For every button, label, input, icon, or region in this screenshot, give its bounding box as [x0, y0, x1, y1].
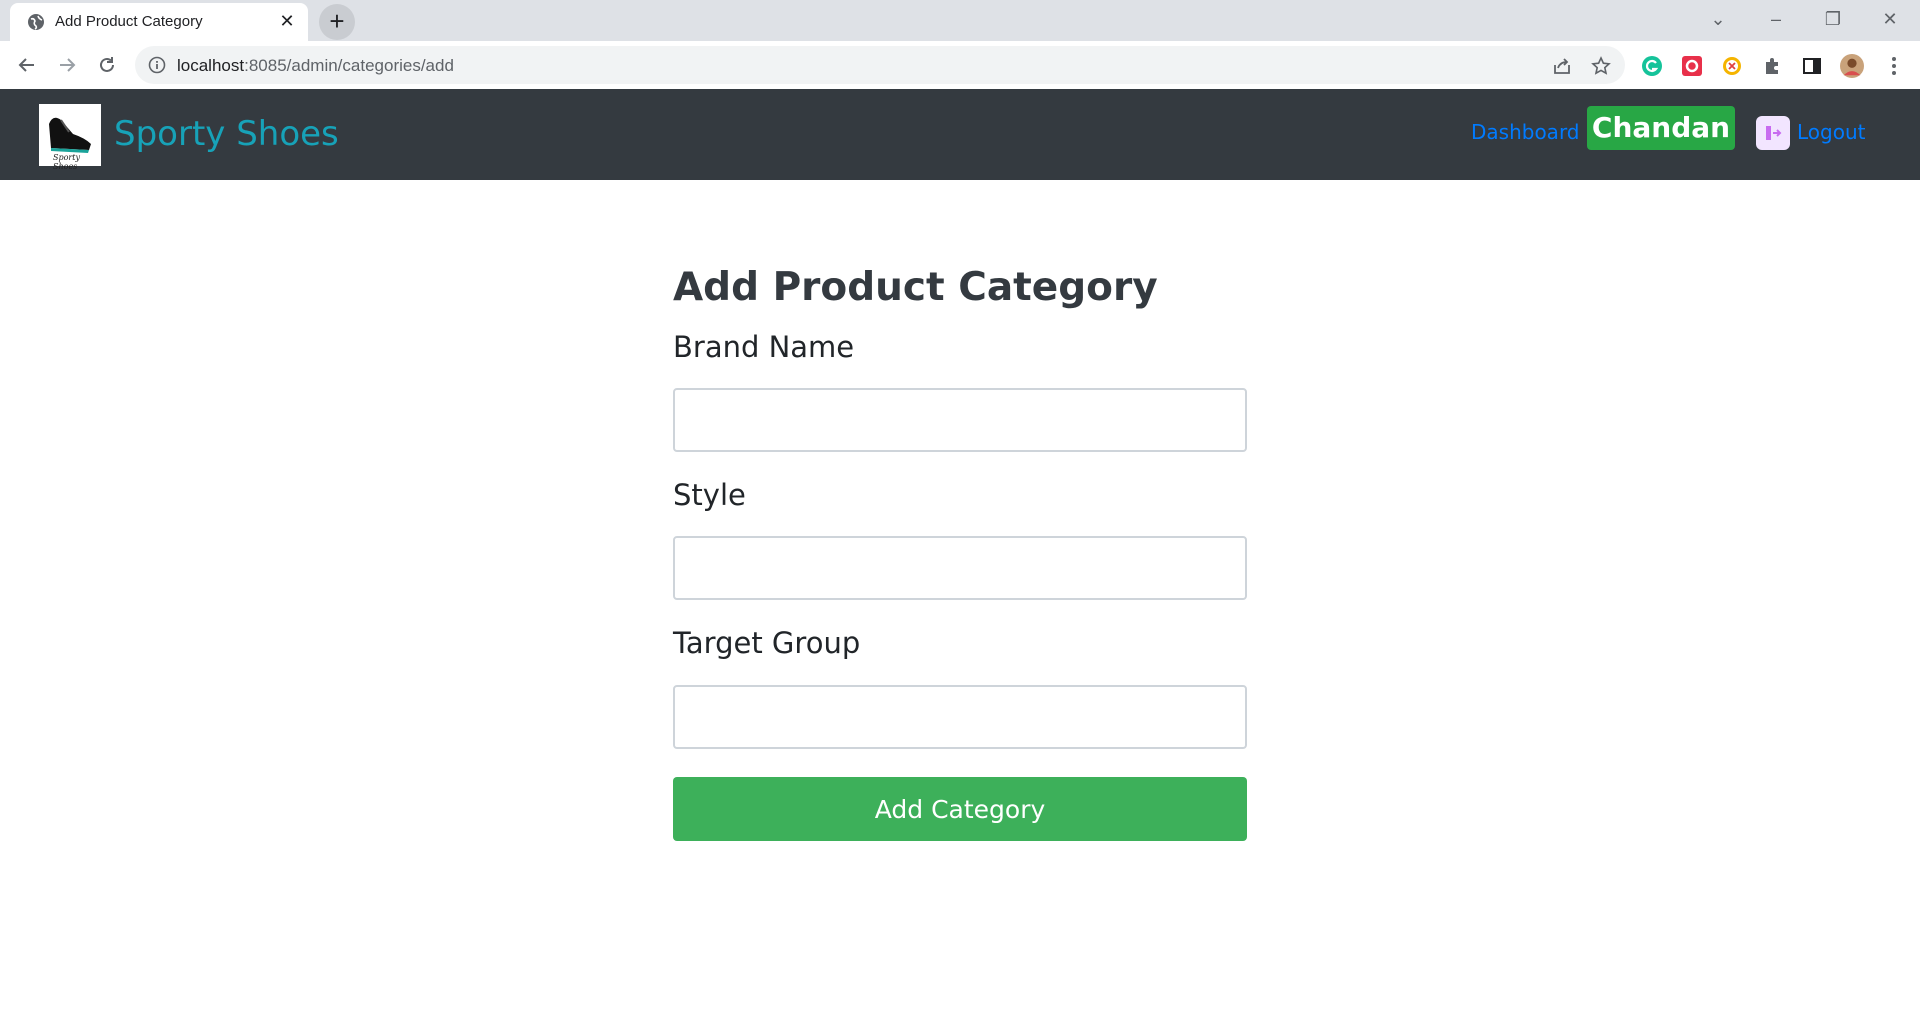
user-name-badge: Chandan: [1587, 106, 1735, 150]
profile-avatar[interactable]: [1840, 54, 1864, 78]
app-navbar: Sporty Shoes Sporty Shoes Dashboard Chan…: [0, 89, 1920, 180]
target-group-input[interactable]: [673, 685, 1247, 749]
grammarly-icon[interactable]: [1640, 54, 1664, 78]
extensions-puzzle-icon[interactable]: [1760, 54, 1784, 78]
add-category-button[interactable]: Add Category: [673, 777, 1247, 841]
address-bar[interactable]: localhost:8085/admin/categories/add: [135, 46, 1625, 84]
url-host: localhost: [177, 56, 245, 75]
brand-name-label: Brand Name: [673, 330, 855, 364]
logout-link[interactable]: Logout: [1797, 120, 1865, 144]
browser-tab[interactable]: Add Product Category ✕: [10, 3, 308, 41]
logo-caption: Sporty Shoes: [53, 153, 80, 171]
globe-icon: [27, 13, 45, 31]
url-text: localhost:8085/admin/categories/add: [177, 56, 454, 76]
browser-toolbar: localhost:8085/admin/categories/add: [0, 41, 1920, 90]
style-input[interactable]: [673, 536, 1247, 600]
close-window-icon[interactable]: ✕: [1870, 6, 1910, 32]
style-label: Style: [673, 478, 746, 512]
close-tab-icon[interactable]: ✕: [278, 12, 296, 30]
dashboard-link[interactable]: Dashboard: [1471, 120, 1580, 144]
brand-logo[interactable]: Sporty Shoes: [39, 104, 101, 171]
timer-extension-icon[interactable]: [1720, 54, 1744, 78]
browser-tabstrip: Add Product Category ✕ + ⌄ – ❐ ✕: [0, 0, 1920, 41]
browser-menu-icon[interactable]: [1882, 54, 1906, 78]
target-group-label: Target Group: [673, 626, 861, 660]
brand-name[interactable]: Sporty Shoes: [114, 114, 339, 154]
forward-icon[interactable]: [51, 49, 83, 81]
new-tab-button[interactable]: +: [319, 4, 355, 40]
restore-icon[interactable]: ❐: [1813, 6, 1853, 32]
share-icon[interactable]: [1551, 55, 1573, 77]
page-title: Add Product Category: [673, 265, 1158, 310]
minimize-icon[interactable]: –: [1756, 6, 1796, 32]
reload-icon[interactable]: [91, 49, 123, 81]
tab-title: Add Product Category: [55, 13, 203, 30]
bookmark-star-icon[interactable]: [1590, 55, 1612, 77]
url-path: :8085/admin/categories/add: [244, 56, 454, 75]
recorder-extension-icon[interactable]: [1680, 54, 1704, 78]
brand-name-input[interactable]: [673, 388, 1247, 452]
tab-search-icon[interactable]: ⌄: [1698, 6, 1738, 32]
logout-icon[interactable]: [1756, 116, 1790, 150]
site-info-icon[interactable]: [148, 56, 166, 74]
side-panel-icon[interactable]: [1800, 54, 1824, 78]
back-icon[interactable]: [11, 49, 43, 81]
